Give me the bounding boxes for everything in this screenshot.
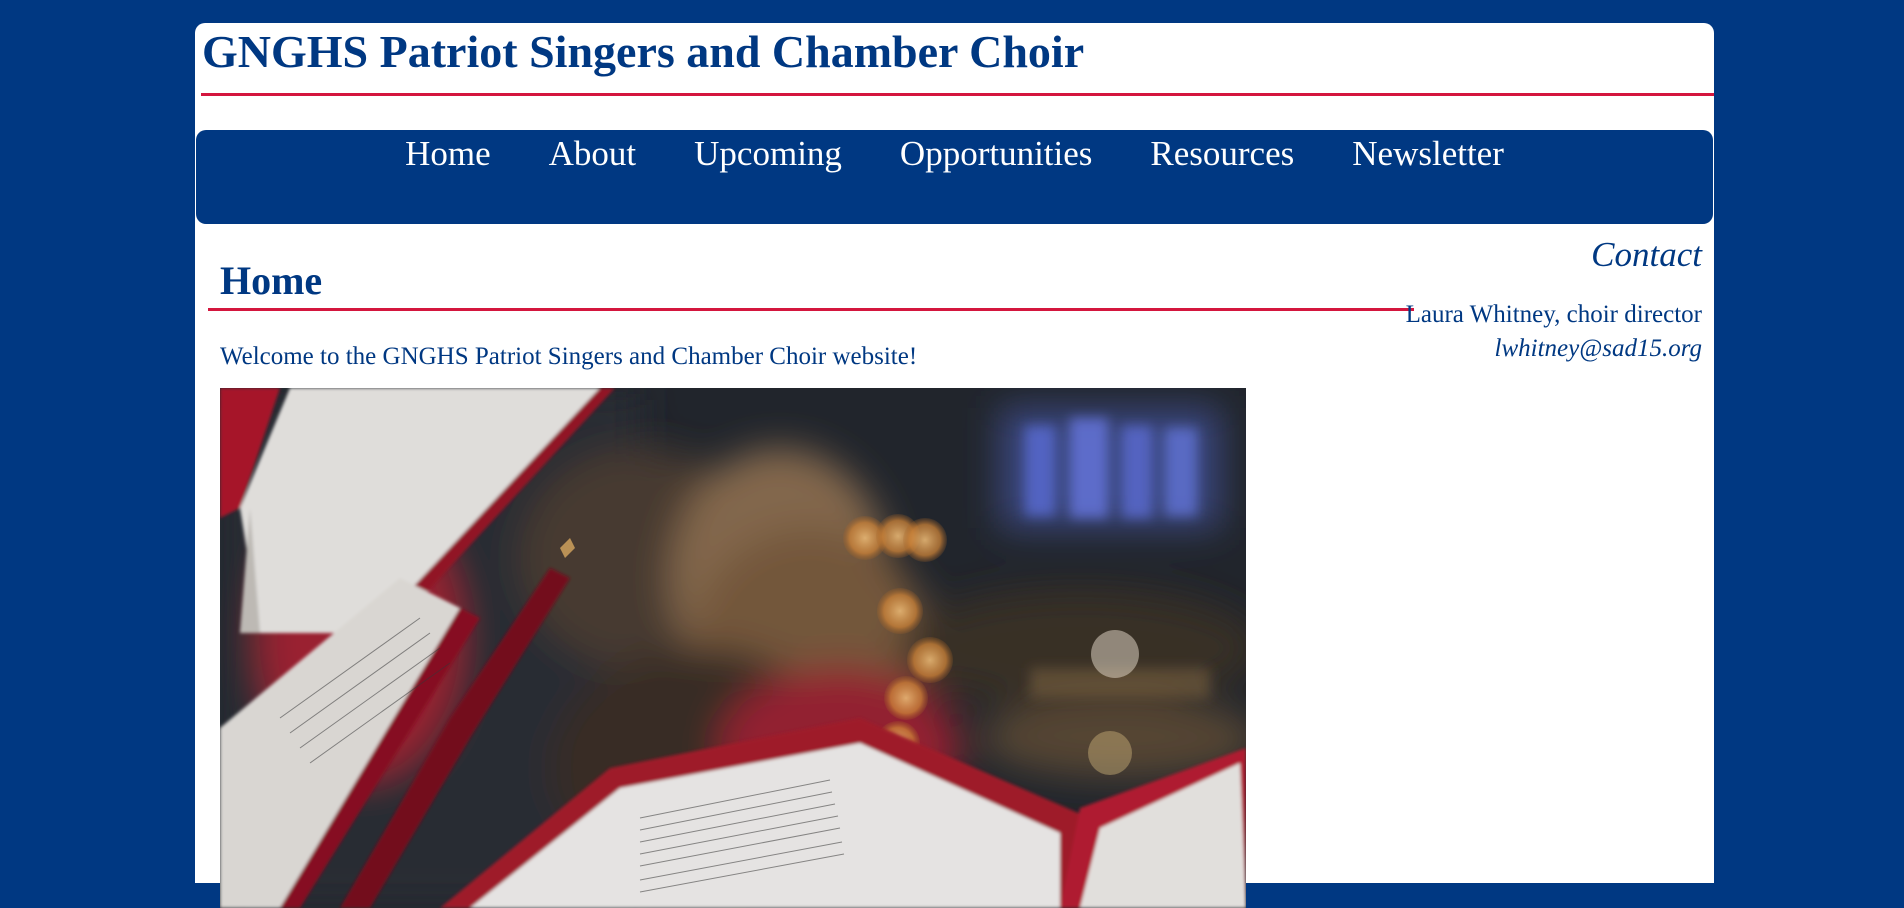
contact-name: Laura Whitney, choir director — [1405, 301, 1702, 328]
page-container: GNGHS Patriot Singers and Chamber Choir … — [195, 23, 1714, 908]
nav-item-about[interactable]: About — [549, 130, 637, 171]
nav-item-home[interactable]: Home — [405, 130, 491, 171]
nav-item-upcoming[interactable]: Upcoming — [694, 130, 842, 171]
welcome-text: Welcome to the GNGHS Patriot Singers and… — [220, 343, 918, 370]
nav-list: Home About Upcoming Opportunities Resour… — [196, 130, 1713, 171]
contact-heading: Contact — [1591, 235, 1702, 274]
nav-item-opportunities[interactable]: Opportunities — [900, 130, 1092, 171]
nav-item-resources[interactable]: Resources — [1150, 130, 1294, 171]
site-title: GNGHS Patriot Singers and Chamber Choir — [202, 26, 1085, 77]
main-content: Home Welcome to the GNGHS Patriot Singer… — [195, 224, 1714, 908]
heading-divider — [208, 308, 1414, 311]
nav-item-newsletter[interactable]: Newsletter — [1352, 130, 1504, 171]
contact-email-link[interactable]: lwhitney@sad15.org — [1495, 336, 1702, 361]
header-divider — [201, 93, 1714, 96]
main-navigation: Home About Upcoming Opportunities Resour… — [196, 130, 1713, 224]
page-heading: Home — [220, 258, 323, 303]
choir-photo — [220, 388, 1246, 908]
